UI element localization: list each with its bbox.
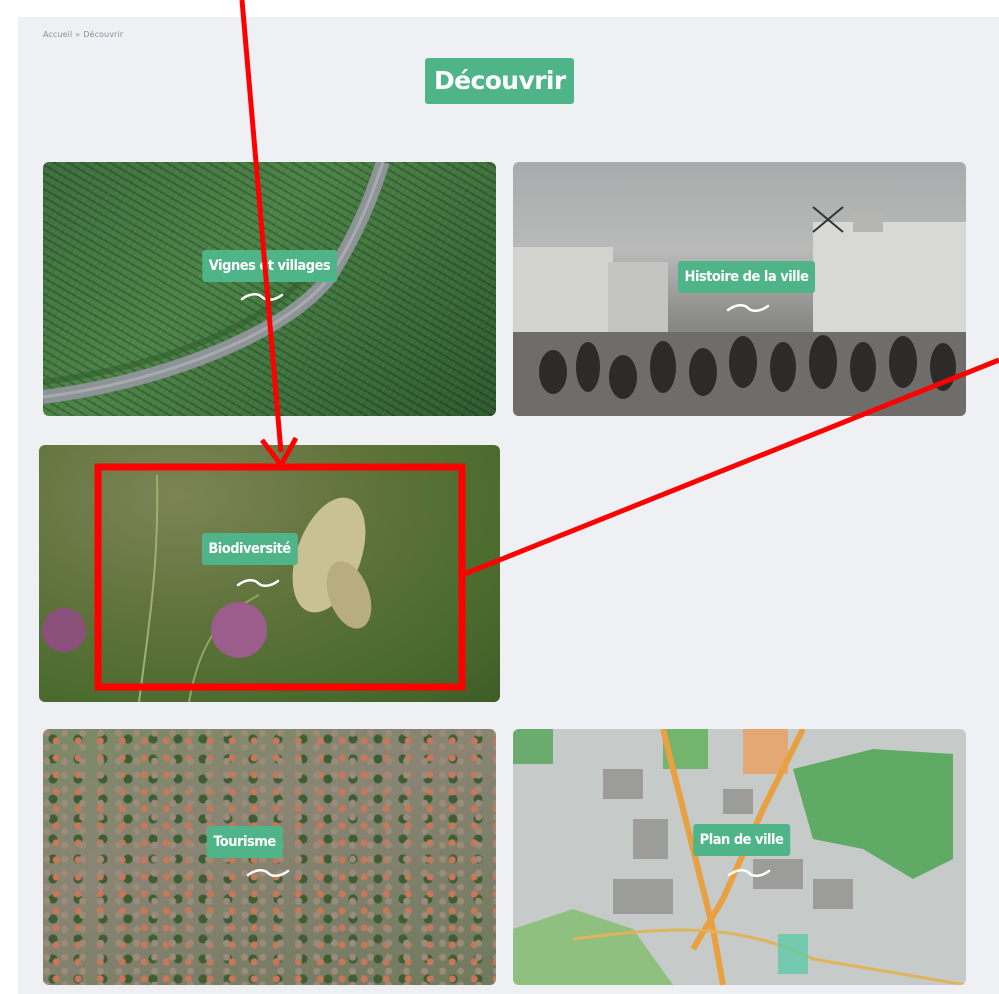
card-plan-de-ville[interactable]: Plan de ville [513,729,966,985]
card-label: Vignes et villages [201,250,338,282]
squiggle-decoration-icon [727,869,770,877]
butterfly-image [42,474,372,702]
squiggle-decoration-icon [726,304,769,312]
squiggle-decoration-icon [236,578,279,587]
card-label: Plan de ville [692,824,791,856]
card-histoire-de-la-ville[interactable]: Histoire de la ville [513,162,966,416]
card-label: Histoire de la ville [677,261,816,293]
vineyard-road-image [43,162,390,404]
card-label: Biodiversité [201,532,298,565]
card-vignes-et-villages[interactable]: Vignes et villages [43,162,496,416]
breadcrumb-home-link[interactable]: Accueil [43,30,72,39]
card-label: Tourisme [206,826,283,858]
map-image [513,729,966,985]
card-tourisme[interactable]: Tourisme [43,729,496,985]
squiggle-decoration-icon [246,869,289,877]
breadcrumb-separator: » [75,30,81,39]
breadcrumb: Accueil» Découvrir [43,30,123,39]
breadcrumb-current: Découvrir [83,30,124,39]
page-container: Accueil» Découvrir Découvrir Vignes et vi… [18,17,999,994]
squiggle-decoration-icon [240,293,283,301]
page-title: Découvrir [425,58,574,104]
page-title-wrap: Découvrir [425,58,574,104]
card-biodiversite[interactable]: Biodiversité [39,445,500,702]
